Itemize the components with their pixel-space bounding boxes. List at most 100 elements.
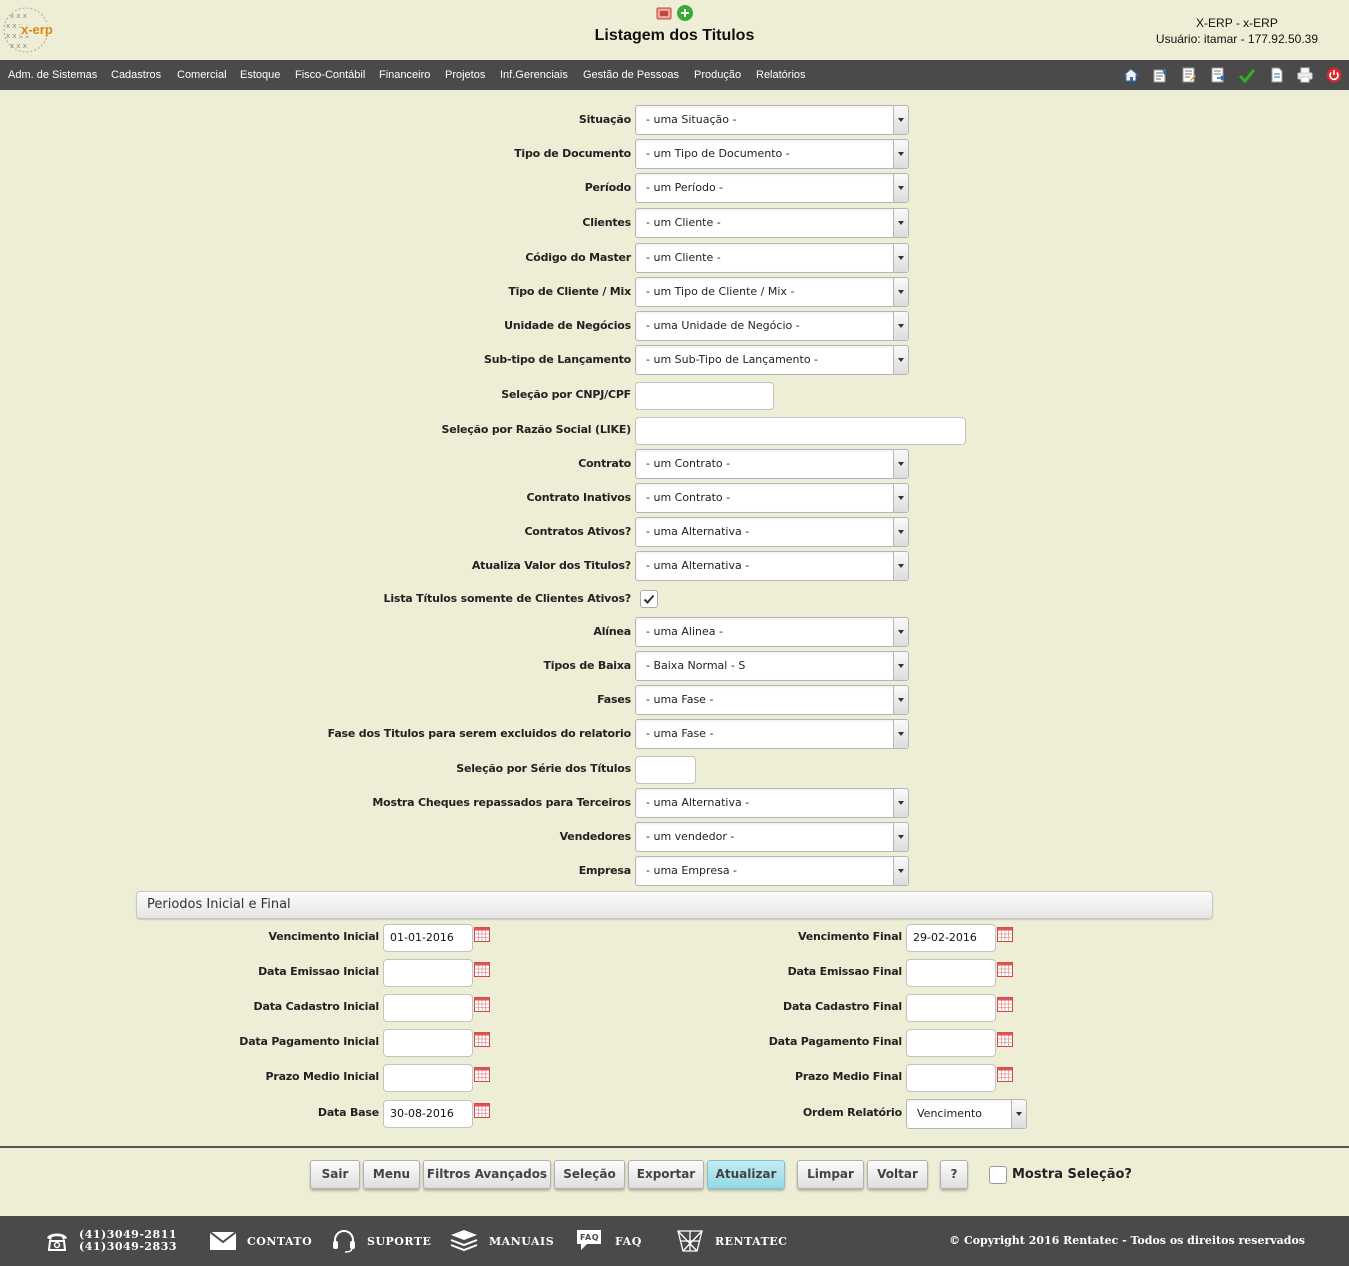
new-doc-icon[interactable] [1269, 67, 1285, 83]
selecao-button[interactable]: Seleção [554, 1160, 625, 1189]
menu-fisco-contabil[interactable]: Fisco-Contábil [295, 60, 365, 90]
system-info: X-ERP - x-ERP Usuário: itamar - 177.92.5… [1156, 15, 1318, 47]
pagamento-final-input[interactable] [906, 1029, 996, 1057]
subtipo-lancamento-select[interactable]: - um Sub-Tipo de Lançamento - [635, 345, 909, 375]
footer-faq[interactable]: FAQ FAQ [575, 1216, 642, 1266]
faq-icon: FAQ [577, 1230, 601, 1250]
codigo-master-label: Código do Master [525, 251, 631, 264]
sair-button[interactable]: Sair [310, 1160, 360, 1189]
serie-input[interactable] [635, 756, 696, 784]
power-icon[interactable] [1326, 67, 1342, 83]
limpar-button[interactable]: Limpar [797, 1160, 864, 1189]
periodos-section-header[interactable]: Periodos Inicial e Final [136, 891, 1213, 919]
print-icon[interactable] [1297, 67, 1313, 83]
contrato-select[interactable]: - um Contrato - [635, 449, 909, 479]
prazo-final-input[interactable] [906, 1064, 996, 1092]
serie-label: Seleção por Série dos Títulos [456, 762, 631, 775]
emissao-inicial-input[interactable] [383, 959, 473, 987]
venc-inicial-input[interactable]: 01-01-2016 [383, 924, 473, 952]
divider [0, 1146, 1349, 1148]
menu-gestao-pessoas[interactable]: Gestão de Pessoas [583, 60, 679, 90]
menu-projetos[interactable]: Projetos [445, 60, 485, 90]
calendar-icon[interactable] [474, 997, 490, 1012]
chevron-down-icon [893, 244, 908, 272]
calendar-icon[interactable] [997, 1032, 1013, 1047]
footer-rentatec-label: RENTATEC [715, 1234, 788, 1248]
menu-relatorios[interactable]: Relatórios [756, 60, 806, 90]
contrato-inativos-value: - um Contrato - [646, 491, 731, 504]
exportar-button[interactable]: Exportar [628, 1160, 704, 1189]
fases-select[interactable]: - uma Fase - [635, 685, 909, 715]
contrato-label: Contrato [578, 457, 631, 470]
calendar-icon[interactable] [474, 1067, 490, 1082]
calendar-icon[interactable] [474, 1032, 490, 1047]
calendar-icon[interactable] [474, 1103, 490, 1118]
calendar-icon[interactable] [997, 962, 1013, 977]
footer-suporte-label: SUPORTE [367, 1234, 432, 1248]
periodo-select[interactable]: - um Período - [635, 173, 909, 203]
footer-suporte[interactable]: SUPORTE [331, 1216, 431, 1266]
atualiza-valor-select[interactable]: - uma Alternativa - [635, 551, 909, 581]
menu-comercial[interactable]: Comercial [177, 60, 227, 90]
unidade-negocios-select[interactable]: - uma Unidade de Negócio - [635, 311, 909, 341]
calendar-icon[interactable] [474, 962, 490, 977]
razao-social-input[interactable] [635, 417, 966, 445]
calendar-icon[interactable] [997, 997, 1013, 1012]
menu-financeiro[interactable]: Financeiro [379, 60, 430, 90]
calendar-icon[interactable] [997, 927, 1013, 942]
codigo-master-select[interactable]: - um Cliente - [635, 243, 909, 273]
checkmark-icon [643, 594, 655, 604]
tools-icon[interactable] [1152, 67, 1168, 83]
filtros-avancados-button[interactable]: Filtros Avançados [423, 1160, 551, 1189]
tipos-baixa-select[interactable]: - Baixa Normal - S [635, 651, 909, 681]
ordem-select[interactable]: Vencimento [906, 1099, 1027, 1129]
clientes-select[interactable]: - um Cliente - [635, 208, 909, 238]
footer-rentatec[interactable]: RENTATEC [675, 1216, 787, 1266]
venc-final-input[interactable]: 29-02-2016 [906, 924, 996, 952]
pagamento-inicial-input[interactable] [383, 1029, 473, 1057]
menu-cadastros[interactable]: Cadastros [111, 60, 161, 90]
atualizar-button[interactable]: Atualizar [707, 1160, 785, 1189]
vendedores-select[interactable]: - um vendedor - [635, 822, 909, 852]
menu-inf-gerenciais[interactable]: Inf.Gerenciais [500, 60, 568, 90]
export-doc-icon[interactable] [1210, 67, 1226, 83]
menu-adm-sistemas[interactable]: Adm. de Sistemas [8, 60, 97, 90]
periodo-label: Período [584, 181, 632, 194]
prazo-inicial-input[interactable] [383, 1064, 473, 1092]
edit-doc-icon[interactable] [1181, 67, 1197, 83]
cadastro-inicial-input[interactable] [383, 994, 473, 1022]
footer-phone[interactable]: (41)3049-2811 (41)3049-2833 [45, 1216, 177, 1266]
voltar-button[interactable]: Voltar [867, 1160, 928, 1189]
situacao-select[interactable]: - uma Situação - [635, 105, 909, 135]
mostra-selecao-checkbox[interactable] [989, 1166, 1007, 1184]
tipo-documento-select[interactable]: - um Tipo de Documento - [635, 139, 909, 169]
calendar-icon[interactable] [474, 927, 490, 942]
menu-producao[interactable]: Produção [694, 60, 741, 90]
chevron-down-icon [893, 789, 908, 817]
empresa-select[interactable]: - uma Empresa - [635, 856, 909, 886]
cheques-select[interactable]: - uma Alternativa - [635, 788, 909, 818]
calendar-icon[interactable] [997, 1067, 1013, 1082]
alinea-select[interactable]: - uma Alinea - [635, 617, 909, 647]
footer-contato[interactable]: CONTATO [209, 1216, 312, 1266]
footer-manuais[interactable]: MANUAIS [449, 1216, 554, 1266]
chevron-down-icon [893, 720, 908, 748]
cnpj-label: Seleção por CNPJ/CPF [501, 388, 631, 401]
tipo-cliente-select[interactable]: - um Tipo de Cliente / Mix - [635, 277, 909, 307]
cnpj-input[interactable] [635, 382, 774, 410]
contratos-ativos-value: - uma Alternativa - [646, 525, 750, 538]
ordem-value: Vencimento [917, 1107, 983, 1120]
emissao-final-input[interactable] [906, 959, 996, 987]
lista-ativos-checkbox[interactable] [640, 590, 658, 608]
menu-estoque[interactable]: Estoque [240, 60, 280, 90]
home-icon[interactable] [1122, 67, 1140, 83]
help-button[interactable]: ? [940, 1160, 968, 1189]
codigo-master-value: - um Cliente - [646, 251, 721, 264]
contratos-ativos-select[interactable]: - uma Alternativa - [635, 517, 909, 547]
data-base-input[interactable]: 30-08-2016 [383, 1100, 473, 1128]
check-icon[interactable] [1238, 67, 1256, 84]
fase-excluidos-select[interactable]: - uma Fase - [635, 719, 909, 749]
contrato-inativos-select[interactable]: - um Contrato - [635, 483, 909, 513]
menu-button[interactable]: Menu [363, 1160, 420, 1189]
cadastro-final-input[interactable] [906, 994, 996, 1022]
